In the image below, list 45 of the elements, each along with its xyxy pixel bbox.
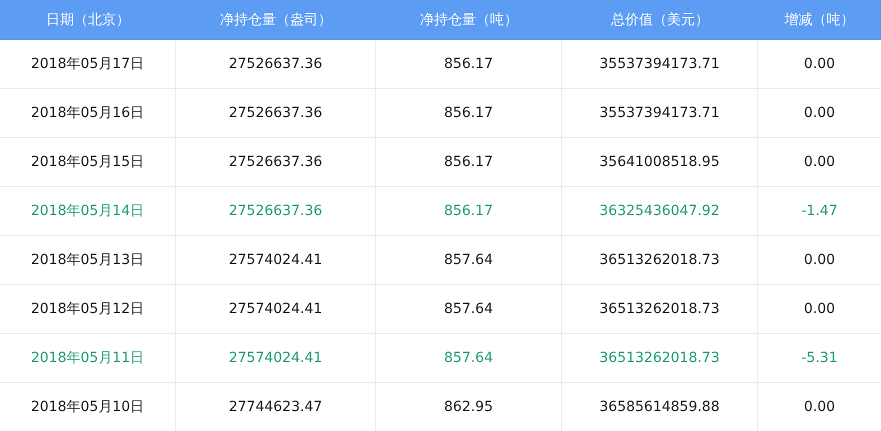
column-header: 净持仓量（吨）: [376, 0, 562, 40]
table-cell: 2018年05月14日: [0, 187, 176, 236]
table-cell: 27744623.47: [176, 383, 376, 431]
table-cell: 0.00: [758, 285, 881, 334]
column-header: 净持仓量（盎司）: [176, 0, 376, 40]
table-cell: 27574024.41: [176, 236, 376, 285]
table-cell: 27526637.36: [176, 187, 376, 236]
table-cell: 862.95: [376, 383, 562, 431]
table-cell: 2018年05月15日: [0, 138, 176, 187]
table-cell: 857.64: [376, 236, 562, 285]
table-cell: 35537394173.71: [562, 40, 758, 89]
table-cell: 857.64: [376, 285, 562, 334]
table-cell: 857.64: [376, 334, 562, 383]
table-cell: 0.00: [758, 236, 881, 285]
table-cell: 2018年05月11日: [0, 334, 176, 383]
column-header: 日期（北京）: [0, 0, 176, 40]
table-cell: 27526637.36: [176, 40, 376, 89]
table-cell: 27574024.41: [176, 334, 376, 383]
table-cell: 0.00: [758, 383, 881, 431]
table-cell: 27574024.41: [176, 285, 376, 334]
table-cell: 27526637.36: [176, 138, 376, 187]
table-cell: 2018年05月17日: [0, 40, 176, 89]
table-cell: 2018年05月10日: [0, 383, 176, 431]
table-cell: 2018年05月12日: [0, 285, 176, 334]
table-cell: 36513262018.73: [562, 285, 758, 334]
table-cell: 856.17: [376, 89, 562, 138]
table-cell: -1.47: [758, 187, 881, 236]
column-header: 增减（吨）: [758, 0, 881, 40]
table-cell: 0.00: [758, 138, 881, 187]
table-cell: 36513262018.73: [562, 236, 758, 285]
table-cell: 35537394173.71: [562, 89, 758, 138]
table-cell: 27526637.36: [176, 89, 376, 138]
table-cell: 2018年05月13日: [0, 236, 176, 285]
column-header: 总价值（美元）: [562, 0, 758, 40]
table-cell: 0.00: [758, 89, 881, 138]
table-cell: 36585614859.88: [562, 383, 758, 431]
table-cell: -5.31: [758, 334, 881, 383]
table-cell: 856.17: [376, 187, 562, 236]
table-cell: 35641008518.95: [562, 138, 758, 187]
table-cell: 36325436047.92: [562, 187, 758, 236]
table-cell: 856.17: [376, 138, 562, 187]
table-cell: 2018年05月16日: [0, 89, 176, 138]
table-cell: 36513262018.73: [562, 334, 758, 383]
table-cell: 856.17: [376, 40, 562, 89]
table-cell: 0.00: [758, 40, 881, 89]
